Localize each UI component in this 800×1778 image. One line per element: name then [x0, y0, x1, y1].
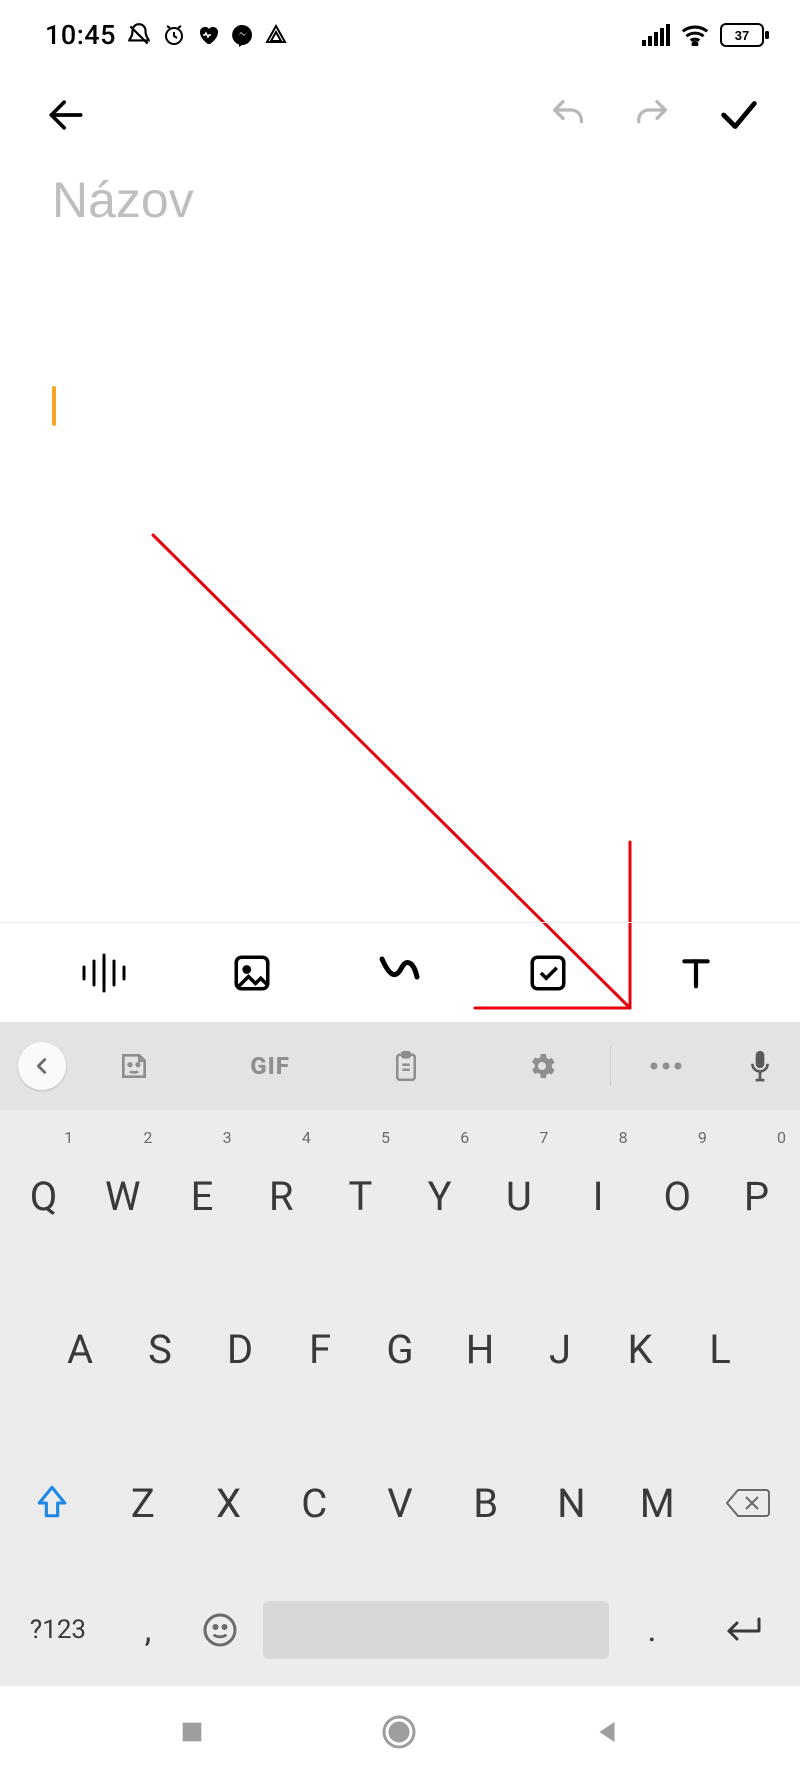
key-m[interactable]: M [614, 1429, 700, 1578]
note-toolbar [0, 922, 800, 1022]
kb-row-1: Q1 W2 E3 R4 T5 Y6 U7 I8 O9 P0 [4, 1120, 796, 1273]
key-e[interactable]: E3 [162, 1122, 241, 1271]
key-h[interactable]: H [440, 1275, 520, 1424]
key-s[interactable]: S [120, 1275, 200, 1424]
title-field-wrap [50, 170, 750, 230]
key-z[interactable]: Z [100, 1429, 186, 1578]
key-comma[interactable]: , [112, 1580, 184, 1680]
key-backspace[interactable] [700, 1427, 796, 1580]
system-nav-bar [0, 1686, 800, 1778]
app-toolbar [0, 85, 800, 145]
title-input[interactable] [50, 170, 750, 230]
key-a[interactable]: A [40, 1275, 120, 1424]
kb-clipboard-button[interactable] [338, 1022, 474, 1110]
kb-row-2: A S D F G H J K L [4, 1273, 796, 1426]
key-f[interactable]: F [280, 1275, 360, 1424]
redo-button[interactable] [632, 95, 672, 135]
kb-row-4: ?123 , . [4, 1580, 796, 1680]
key-space[interactable] [256, 1580, 616, 1680]
key-b[interactable]: B [443, 1429, 529, 1578]
nav-back-button[interactable] [592, 1717, 622, 1747]
kb-sticker-button[interactable] [66, 1022, 202, 1110]
messenger-icon [230, 23, 254, 47]
key-enter[interactable] [688, 1580, 796, 1680]
battery-icon: 37 [720, 23, 770, 47]
undo-button[interactable] [548, 95, 588, 135]
cell-signal-icon [642, 24, 670, 46]
mute-icon [126, 22, 152, 48]
key-l[interactable]: L [680, 1275, 760, 1424]
heart-rate-icon [196, 23, 220, 47]
drive-icon [264, 23, 288, 47]
key-d[interactable]: D [200, 1275, 280, 1424]
space-bar [263, 1601, 609, 1659]
key-r[interactable]: R4 [242, 1122, 321, 1271]
draw-tool[interactable] [370, 943, 430, 1003]
checklist-tool[interactable] [518, 943, 578, 1003]
key-j[interactable]: J [520, 1275, 600, 1424]
key-q[interactable]: Q1 [4, 1122, 83, 1271]
wifi-icon [680, 24, 710, 46]
keyboard: GIF [0, 1022, 800, 1686]
keyboard-toolbar: GIF [0, 1022, 800, 1110]
key-i[interactable]: I8 [558, 1122, 637, 1271]
kb-more-button[interactable] [611, 1022, 720, 1110]
alarm-icon [162, 23, 186, 47]
image-tool[interactable] [222, 943, 282, 1003]
nav-recent-button[interactable] [178, 1718, 206, 1746]
audio-tool[interactable] [74, 943, 134, 1003]
text-format-tool[interactable] [666, 943, 726, 1003]
key-mode-switch[interactable]: ?123 [4, 1580, 112, 1680]
status-left: 10:45 [45, 19, 288, 51]
kb-settings-button[interactable] [474, 1022, 610, 1110]
body-text-cursor[interactable] [52, 386, 56, 426]
kb-gif-button[interactable]: GIF [202, 1022, 338, 1110]
status-right: 37 [642, 23, 770, 47]
key-v[interactable]: V [357, 1429, 443, 1578]
key-y[interactable]: Y6 [400, 1122, 479, 1271]
key-shift[interactable] [4, 1427, 100, 1580]
back-button[interactable] [44, 93, 88, 137]
key-c[interactable]: C [271, 1429, 357, 1578]
key-k[interactable]: K [600, 1275, 680, 1424]
key-t[interactable]: T5 [321, 1122, 400, 1271]
kb-mic-button[interactable] [720, 1048, 800, 1084]
key-emoji[interactable] [184, 1580, 256, 1680]
key-w[interactable]: W2 [83, 1122, 162, 1271]
key-u[interactable]: U7 [479, 1122, 558, 1271]
status-bar: 10:45 [0, 0, 800, 70]
key-o[interactable]: O9 [638, 1122, 717, 1271]
key-n[interactable]: N [529, 1429, 615, 1578]
key-x[interactable]: X [186, 1429, 272, 1578]
done-button[interactable] [716, 92, 762, 138]
keyboard-keys: Q1 W2 E3 R4 T5 Y6 U7 I8 O9 P0 A S D F G … [0, 1110, 800, 1686]
key-period[interactable]: . [616, 1580, 688, 1680]
key-p[interactable]: P0 [717, 1122, 796, 1271]
key-g[interactable]: G [360, 1275, 440, 1424]
status-clock: 10:45 [45, 19, 116, 51]
svg-text:37: 37 [735, 28, 749, 43]
kb-collapse-button[interactable] [18, 1042, 66, 1090]
nav-home-button[interactable] [381, 1714, 417, 1750]
kb-row-3: Z X C V B N M [4, 1427, 796, 1580]
